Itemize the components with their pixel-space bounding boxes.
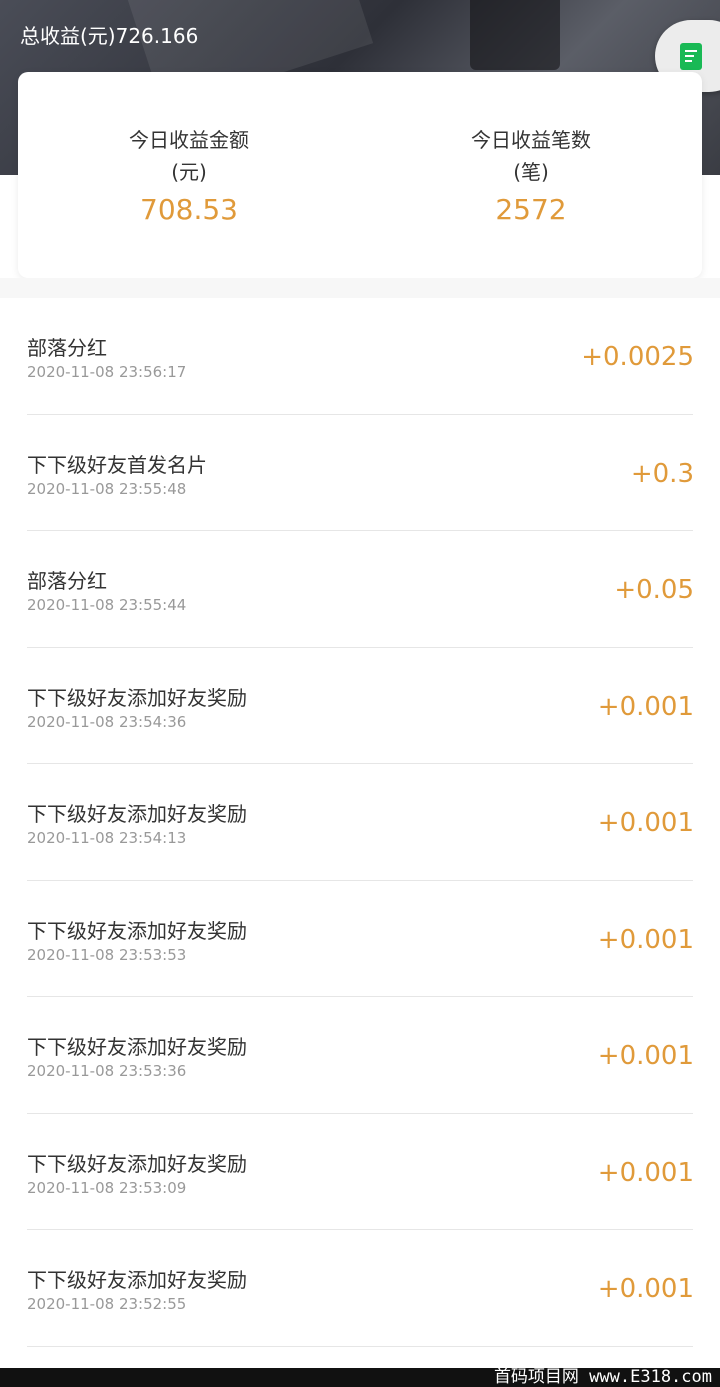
today-count-unit: (笔): [513, 160, 549, 184]
record-title: 下下级好友添加好友奖励: [27, 918, 247, 943]
list-item[interactable]: 下下级好友首发名片 2020-11-08 23:55:48 +0.3: [0, 415, 720, 531]
total-earnings: 总收益(元)726.166: [20, 24, 199, 48]
record-title: 下下级好友添加好友奖励: [27, 1151, 247, 1176]
record-time: 2020-11-08 23:56:17: [27, 363, 187, 381]
record-title: 部落分红: [27, 569, 107, 593]
list-item[interactable]: 下下级好友添加好友奖励 2020-11-08 23:54:36 +0.001: [0, 648, 720, 764]
document-icon: [680, 43, 702, 70]
record-title: 下下级好友首发名片: [27, 452, 207, 477]
record-amount: +0.001: [597, 808, 694, 838]
earnings-list: 部落分红 2020-11-08 23:56:17 +0.0025 下下级好友首发…: [0, 298, 720, 1347]
today-summary-card: 今日收益金额 (元) 708.53 今日收益笔数 (笔) 2572: [18, 72, 702, 278]
list-item[interactable]: 部落分红 2020-11-08 23:55:44 +0.05: [0, 531, 720, 648]
record-amount: +0.05: [614, 575, 694, 605]
record-title: 下下级好友添加好友奖励: [27, 1035, 247, 1059]
record-time: 2020-11-08 23:52:55: [27, 1295, 187, 1313]
record-time: 2020-11-08 23:55:48: [27, 479, 187, 498]
record-time: 2020-11-08 23:55:44: [27, 596, 187, 614]
list-item[interactable]: 下下级好友添加好友奖励 2020-11-08 23:54:13 +0.001: [0, 764, 720, 881]
record-time: 2020-11-08 23:54:36: [27, 712, 187, 731]
today-amount-unit: (元): [171, 160, 207, 184]
today-count-stat: 今日收益笔数 (笔) 2572: [360, 124, 702, 228]
list-item[interactable]: 部落分红 2020-11-08 23:56:17 +0.0025: [0, 298, 720, 415]
today-amount-value: 708.53: [140, 193, 238, 226]
record-amount: +0.0025: [581, 342, 694, 372]
today-amount-stat: 今日收益金额 (元) 708.53: [18, 124, 360, 228]
record-title: 部落分红: [27, 336, 107, 360]
record-amount: +0.3: [630, 458, 694, 489]
record-time: 2020-11-08 23:53:53: [27, 945, 187, 964]
record-amount: +0.001: [597, 1157, 694, 1188]
record-amount: +0.001: [597, 1274, 694, 1304]
watermark: 首码项目网 www.E318.com: [0, 1368, 720, 1387]
list-item[interactable]: 下下级好友添加好友奖励 2020-11-08 23:53:36 +0.001: [0, 997, 720, 1114]
section-gap: [0, 278, 720, 298]
record-amount: +0.001: [597, 924, 694, 955]
record-title: 下下级好友添加好友奖励: [27, 685, 247, 710]
record-title: 下下级好友添加好友奖励: [27, 1268, 247, 1292]
record-time: 2020-11-08 23:54:13: [27, 829, 187, 847]
record-time: 2020-11-08 23:53:09: [27, 1178, 187, 1197]
today-amount-label: 今日收益金额: [129, 128, 249, 152]
record-title: 下下级好友添加好友奖励: [27, 802, 247, 826]
today-count-value: 2572: [495, 193, 567, 226]
list-item[interactable]: 下下级好友添加好友奖励 2020-11-08 23:52:55 +0.001: [0, 1230, 720, 1347]
list-item[interactable]: 下下级好友添加好友奖励 2020-11-08 23:53:09 +0.001: [0, 1114, 720, 1230]
list-item[interactable]: 下下级好友添加好友奖励 2020-11-08 23:53:53 +0.001: [0, 881, 720, 997]
divider: [27, 1345, 693, 1347]
record-time: 2020-11-08 23:53:36: [27, 1062, 187, 1080]
banner-decoration: [470, 0, 560, 70]
record-amount: +0.001: [597, 691, 694, 722]
today-count-label: 今日收益笔数: [471, 128, 591, 152]
record-amount: +0.001: [597, 1041, 694, 1071]
